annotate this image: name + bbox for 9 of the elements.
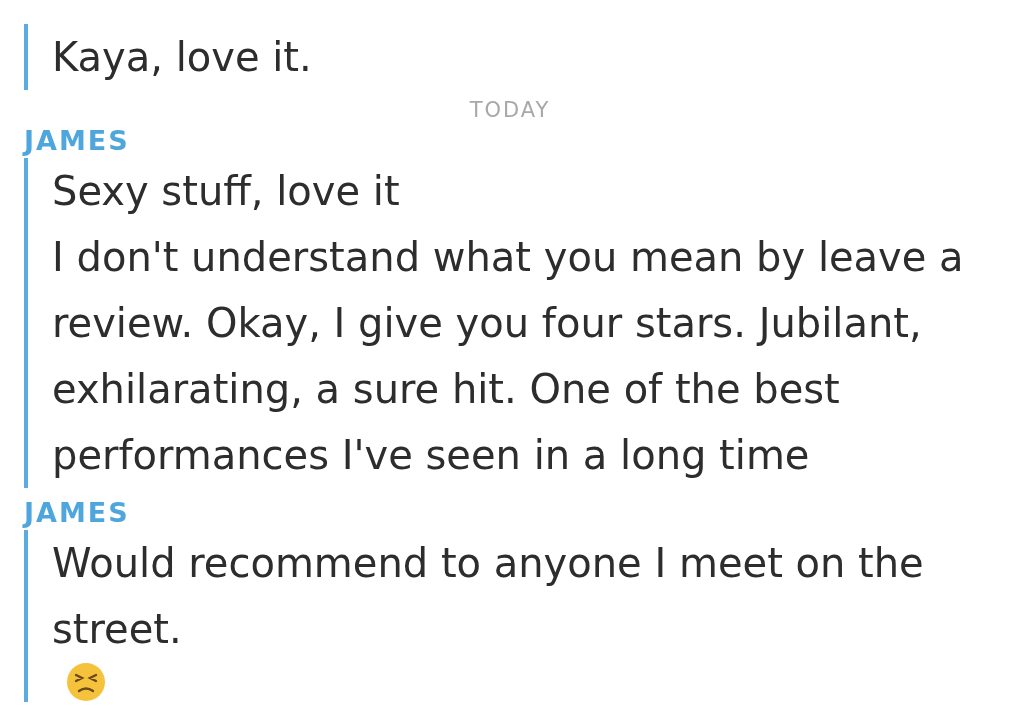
date-divider: TODAY bbox=[468, 98, 552, 122]
emoji-icon bbox=[66, 662, 106, 702]
message-bar bbox=[24, 24, 28, 90]
message-text: Kaya, love it. bbox=[52, 33, 312, 82]
message-text: I don't understand what you mean by leave a review. Okay, I give you four stars. Jubilant, exhilarating, a sure hit. One of the best performances I've seen in a long time bbox=[52, 233, 965, 480]
sender-name: JAMES bbox=[24, 496, 131, 530]
sender-name: JAMES bbox=[24, 124, 131, 158]
message-text: Would recommend to anyone I meet on the street. bbox=[52, 539, 925, 654]
message-text: Sexy stuff, love it bbox=[52, 167, 400, 216]
